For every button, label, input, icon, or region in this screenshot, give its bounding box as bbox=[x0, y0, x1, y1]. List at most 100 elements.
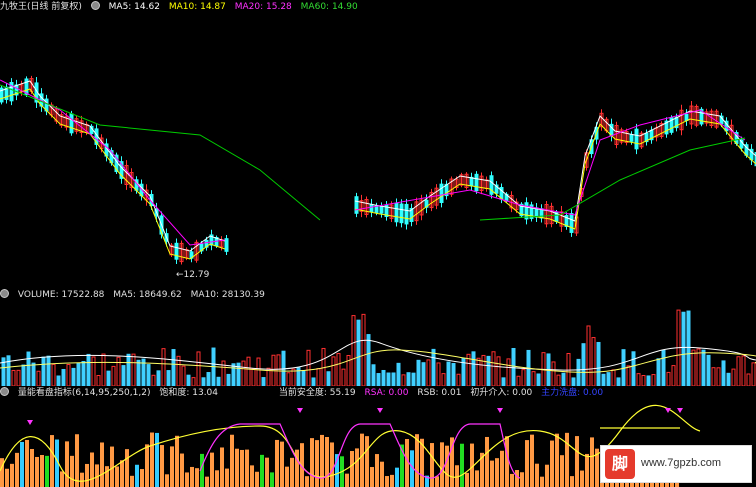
indicator-bar bbox=[85, 463, 89, 487]
volume-bar bbox=[6, 355, 11, 386]
volume-bar bbox=[531, 371, 536, 386]
site-url: www.7gpzb.com bbox=[641, 457, 722, 469]
indicator-bar bbox=[75, 434, 79, 487]
volume-bar bbox=[736, 356, 741, 386]
indicator-bar bbox=[435, 476, 439, 487]
volume-bar bbox=[326, 371, 331, 386]
settings-dot-icon[interactable] bbox=[90, 1, 100, 10]
volume-bar bbox=[506, 358, 511, 386]
price-chart-panel[interactable]: 九牧王(日线 前复权) MA5: 14.62 MA10: 14.87 MA20:… bbox=[0, 0, 756, 288]
indicator-bar bbox=[500, 450, 504, 487]
volume-bar bbox=[16, 369, 21, 386]
safety-value: 当前安全度: 55.19 bbox=[278, 388, 356, 398]
indicator-bar bbox=[240, 449, 244, 487]
volume-bar bbox=[161, 348, 166, 386]
volume-bar bbox=[91, 356, 96, 386]
indicator-bar bbox=[430, 443, 434, 487]
settings-dot-icon[interactable] bbox=[0, 289, 9, 298]
volume-bar bbox=[406, 372, 411, 386]
volume-bar bbox=[536, 373, 541, 386]
indicator-bar bbox=[205, 476, 209, 487]
candle-body bbox=[174, 242, 179, 260]
volume-bar bbox=[231, 363, 236, 386]
indicator-bar bbox=[350, 451, 354, 487]
signal-marker-icon bbox=[377, 408, 383, 413]
indicator-bar bbox=[35, 456, 39, 487]
volume-bar bbox=[51, 363, 56, 386]
volume-chart-canvas[interactable] bbox=[0, 288, 756, 386]
ma20-value: MA20: 15.28 bbox=[234, 2, 292, 12]
volume-bar bbox=[201, 377, 206, 386]
volume-bar bbox=[491, 351, 496, 386]
volume-value: VOLUME: 17522.88 bbox=[17, 290, 105, 300]
indicator-bar bbox=[475, 470, 479, 487]
volume-bar bbox=[731, 368, 736, 386]
volume-bar bbox=[181, 365, 186, 386]
indicator-bar bbox=[215, 470, 219, 487]
indicator-bar bbox=[320, 434, 324, 487]
volume-bar bbox=[511, 347, 516, 386]
volume-bar bbox=[631, 351, 636, 386]
stock-title: 九牧王(日线 前复权) bbox=[0, 2, 82, 12]
indicator-bar bbox=[5, 468, 9, 487]
indicator-bar bbox=[70, 455, 74, 487]
volume-bar bbox=[316, 368, 321, 386]
volume-bar bbox=[691, 349, 696, 386]
indicator-bar bbox=[260, 454, 264, 487]
volume-chart-panel[interactable]: VOLUME: 17522.88 MA5: 18649.62 MA10: 281… bbox=[0, 288, 756, 386]
volume-bar bbox=[136, 359, 141, 386]
volume-ma10-value: MA10: 28130.39 bbox=[190, 290, 265, 300]
volume-ma5-line bbox=[0, 339, 756, 371]
volume-bar bbox=[516, 375, 521, 386]
indicator-bar bbox=[245, 449, 249, 487]
indicator-bar bbox=[30, 448, 34, 487]
volume-bar bbox=[41, 356, 46, 386]
volume-bar bbox=[276, 354, 281, 386]
candle-body bbox=[404, 203, 409, 225]
indicator-bar bbox=[195, 468, 199, 487]
indicator-bar bbox=[405, 439, 409, 487]
volume-bar bbox=[661, 349, 666, 386]
candle-body bbox=[684, 113, 689, 122]
candle-body bbox=[399, 203, 404, 224]
indicator-bar bbox=[565, 432, 569, 487]
indicator-bar bbox=[540, 476, 544, 487]
volume-bar bbox=[556, 374, 561, 386]
indicator-bar bbox=[140, 469, 144, 487]
volume-bar bbox=[331, 356, 336, 386]
volume-bar bbox=[206, 372, 211, 386]
indicator-bar bbox=[560, 455, 564, 487]
volume-bar bbox=[341, 368, 346, 386]
volume-bar bbox=[251, 368, 256, 386]
indicator-bar bbox=[325, 436, 329, 487]
volume-bar bbox=[36, 370, 41, 386]
indicator-bar bbox=[100, 442, 104, 487]
volume-bar bbox=[701, 349, 706, 386]
indicator-bar bbox=[25, 439, 29, 487]
price-chart-canvas[interactable] bbox=[0, 0, 756, 288]
indicator-bar bbox=[290, 457, 294, 487]
volume-bar bbox=[121, 365, 126, 386]
indicator-bar bbox=[235, 448, 239, 487]
rsa-value: RSA: 0.00 bbox=[364, 388, 409, 398]
indicator-bar bbox=[460, 443, 464, 487]
volume-bar bbox=[186, 374, 191, 386]
volume-bar bbox=[681, 311, 686, 386]
volume-bar bbox=[396, 362, 401, 386]
volume-bar bbox=[146, 364, 151, 386]
volume-bar bbox=[101, 353, 106, 386]
volume-bar bbox=[421, 362, 426, 386]
indicator-bar bbox=[270, 472, 274, 487]
indicator-chart-panel[interactable]: 量能看盘指标(6,14,95,250,1,2) 饱和度: 13.04 当前安全度… bbox=[0, 386, 756, 487]
settings-dot-icon[interactable] bbox=[0, 387, 9, 396]
volume-bar bbox=[256, 357, 261, 386]
volume-bar bbox=[96, 374, 101, 386]
indicator-bar bbox=[220, 447, 224, 487]
indicator-bar bbox=[545, 464, 549, 487]
volume-bar bbox=[551, 361, 556, 386]
indicator-bar bbox=[575, 436, 579, 487]
volume-bar bbox=[131, 353, 136, 386]
volume-header: VOLUME: 17522.88 MA5: 18649.62 MA10: 281… bbox=[0, 288, 271, 302]
indicator-bar bbox=[360, 433, 364, 487]
volume-bar bbox=[31, 362, 36, 386]
